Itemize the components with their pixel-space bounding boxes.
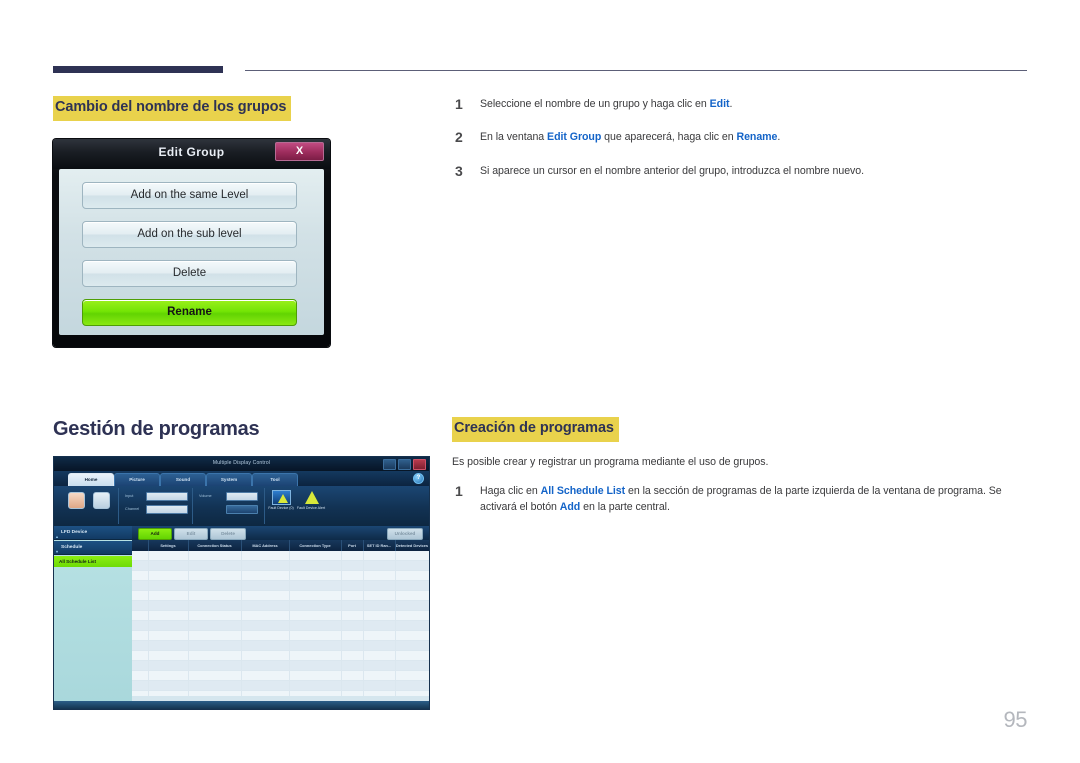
- close-icon[interactable]: X: [275, 142, 324, 161]
- section-heading-cambio-nombre-grupos: Cambio del nombre de los grupos: [53, 96, 292, 121]
- ribbon-group-fault: Fault Device (0) Fault Device Alert: [266, 488, 336, 524]
- window-controls: [383, 459, 426, 470]
- sidebar-item-schedule[interactable]: ▾ Schedule: [54, 541, 132, 555]
- fault-device-caption: Fault Device (0): [268, 506, 294, 510]
- input-label: Input: [125, 494, 134, 498]
- add-button[interactable]: Add: [138, 528, 172, 540]
- fault-device-alert-icon[interactable]: [302, 490, 319, 505]
- section-heading-gestion-programas-wrap: Gestión de programas: [53, 418, 260, 441]
- app-tabbar: Home Picture Sound System Tool: [54, 471, 429, 487]
- sidebar-item-label: Schedule: [61, 545, 83, 550]
- dialog-body: Add on the same Level Add on the sub lev…: [59, 169, 324, 335]
- grid-header-port[interactable]: Port: [341, 540, 364, 551]
- delete-button[interactable]: Delete: [82, 260, 297, 287]
- step-text: Seleccione el nombre de un grupo y haga …: [480, 98, 733, 110]
- sidebar-item-label: LFD Device: [61, 530, 88, 535]
- page-title: Gestión de programas: [53, 418, 260, 440]
- grid-header-settings[interactable]: Settings: [148, 540, 189, 551]
- ribbon-group-input: Input Channel: [120, 488, 193, 524]
- step-text: Haga clic en All Schedule List en la sec…: [480, 484, 1002, 514]
- header-rule-thick: [53, 66, 223, 73]
- step-text: En la ventana Edit Group que aparecerá, …: [480, 131, 781, 144]
- right-column-lower: Creación de programas Es posible crear y…: [452, 417, 1027, 533]
- add-same-level-button[interactable]: Add on the same Level: [82, 182, 297, 209]
- mute-icon[interactable]: [93, 492, 110, 509]
- section-heading-creacion-programas: Creación de programas: [452, 417, 619, 442]
- close-window-icon[interactable]: [413, 459, 426, 470]
- header-rule-thin: [245, 70, 1027, 71]
- grid-header-mac-address[interactable]: MAC Address: [241, 540, 290, 551]
- unlock-button[interactable]: Unlocked: [387, 528, 423, 540]
- tab-system[interactable]: System: [206, 473, 252, 487]
- sidebar-item-lfd-device[interactable]: ▴ LFD Device: [54, 526, 132, 540]
- app-statusbar: [54, 701, 429, 709]
- power-icon[interactable]: [68, 492, 85, 509]
- grid-header-connection-type[interactable]: Connection Type: [289, 540, 342, 551]
- grid-header-detected-devices[interactable]: Detected Devices: [395, 540, 429, 551]
- fault-device-alert-caption: Fault Device Alert: [296, 506, 326, 510]
- tab-picture[interactable]: Picture: [114, 473, 160, 487]
- app-window-title: Multiple Display Control: [212, 460, 271, 466]
- app-ribbon: Input Channel Volume Fault Device (0) Fa…: [54, 486, 429, 526]
- sidebar-item-all-schedule-list[interactable]: All Schedule List: [54, 556, 132, 567]
- grid-header-set-id-range[interactable]: SET ID Ran...: [363, 540, 396, 551]
- ribbon-group-power: [60, 488, 119, 524]
- delete-grid-button[interactable]: Delete: [210, 528, 246, 540]
- minimize-icon[interactable]: [383, 459, 396, 470]
- apply-button[interactable]: [226, 505, 258, 514]
- channel-label: Channel: [125, 507, 140, 511]
- step-number: 3: [455, 162, 463, 179]
- volume-input[interactable]: [226, 492, 258, 501]
- grid-body[interactable]: [132, 551, 429, 696]
- tab-tool[interactable]: Tool: [252, 473, 298, 487]
- step-number: 1: [455, 482, 463, 499]
- steps-list-creacion-programas: 1 Haga clic en All Schedule List en la s…: [452, 483, 1027, 516]
- step-text: Si aparece un cursor en el nombre anteri…: [480, 164, 865, 177]
- list-item: 1 Haga clic en All Schedule List en la s…: [452, 483, 1027, 516]
- input-select[interactable]: [146, 492, 188, 501]
- tab-home[interactable]: Home: [68, 473, 114, 487]
- edit-group-dialog: Edit Group X Add on the same Level Add o…: [53, 139, 330, 347]
- volume-label: Volume: [199, 494, 212, 498]
- grid-toolbar: Add Edit Delete Unlocked: [132, 526, 429, 540]
- ribbon-group-volume: Volume: [194, 488, 265, 524]
- list-item: 2 En la ventana Edit Group que aparecerá…: [452, 129, 1027, 145]
- right-column: 1 Seleccione el nombre de un grupo y hag…: [452, 96, 1027, 196]
- grid-header-checkbox[interactable]: [132, 540, 149, 551]
- channel-select[interactable]: [146, 505, 188, 514]
- manual-page: Cambio del nombre de los grupos Edit Gro…: [0, 0, 1080, 763]
- section-lead-text: Es posible crear y registrar un programa…: [452, 455, 769, 468]
- steps-list-cambio-nombre: 1 Seleccione el nombre de un grupo y hag…: [452, 96, 1027, 179]
- app-sidebar: ▴ LFD Device ▾ Schedule All Schedule Lis…: [54, 526, 133, 701]
- fault-device-icon[interactable]: [272, 490, 291, 505]
- help-icon[interactable]: ?: [413, 473, 424, 484]
- list-item: 3 Si aparece un cursor en el nombre ante…: [452, 163, 1027, 179]
- maximize-icon[interactable]: [398, 459, 411, 470]
- mdc-app-screenshot: Multiple Display Control Home Picture So…: [53, 456, 430, 710]
- step-number: 2: [455, 129, 463, 146]
- left-column: Cambio del nombre de los grupos: [53, 96, 433, 121]
- edit-button[interactable]: Edit: [174, 528, 208, 540]
- rename-button[interactable]: Rename: [82, 299, 297, 326]
- step-number: 1: [455, 96, 463, 112]
- list-item: 1 Seleccione el nombre de un grupo y hag…: [452, 96, 1027, 112]
- tab-sound[interactable]: Sound: [160, 473, 206, 487]
- grid-header-connection-status[interactable]: Connection Status: [188, 540, 242, 551]
- app-main-panel: Add Edit Delete Unlocked Settings Connec…: [132, 526, 429, 701]
- page-number: 95: [1003, 707, 1028, 732]
- add-sub-level-button[interactable]: Add on the sub level: [82, 221, 297, 248]
